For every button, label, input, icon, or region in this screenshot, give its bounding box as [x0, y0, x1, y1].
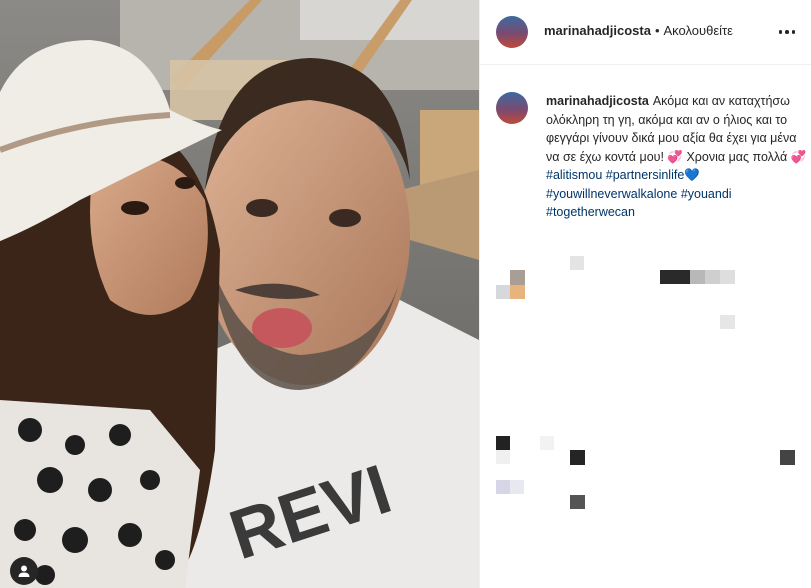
more-options-icon[interactable]: [775, 22, 799, 42]
hashtag-link[interactable]: #togetherwecan: [546, 205, 635, 219]
caption-avatar[interactable]: [496, 92, 528, 124]
post-photo[interactable]: REVI: [0, 0, 479, 588]
hashtag-link[interactable]: #youwillneverwalkalone: [546, 187, 677, 201]
caption-text: marinahadjicosta Ακόμα και αν καταχτήσω ο…: [546, 92, 808, 222]
hashtag-link[interactable]: #youandi: [681, 187, 732, 201]
post-side-panel: marinahadjicosta • Ακολουθείτε marinahadji…: [480, 0, 811, 588]
heart-emoji: 💙: [684, 168, 700, 182]
header-text: marinahadjicosta • Ακολουθείτε: [544, 23, 733, 38]
user-tag-button[interactable]: [10, 557, 38, 585]
avatar[interactable]: [496, 16, 528, 48]
username-link[interactable]: marinahadjicosta: [544, 23, 651, 38]
post-image: REVI: [0, 0, 479, 588]
follow-status-button[interactable]: Ακολουθείτε: [664, 23, 733, 38]
separator: •: [654, 23, 660, 38]
hashtag-link[interactable]: #alitismou: [546, 168, 602, 182]
user-tag-icon: [18, 565, 30, 577]
hashtag-link[interactable]: #partnersinlife: [606, 168, 685, 182]
caption-username-link[interactable]: marinahadjicosta: [546, 94, 649, 108]
post-header: marinahadjicosta • Ακολουθείτε: [480, 0, 811, 65]
